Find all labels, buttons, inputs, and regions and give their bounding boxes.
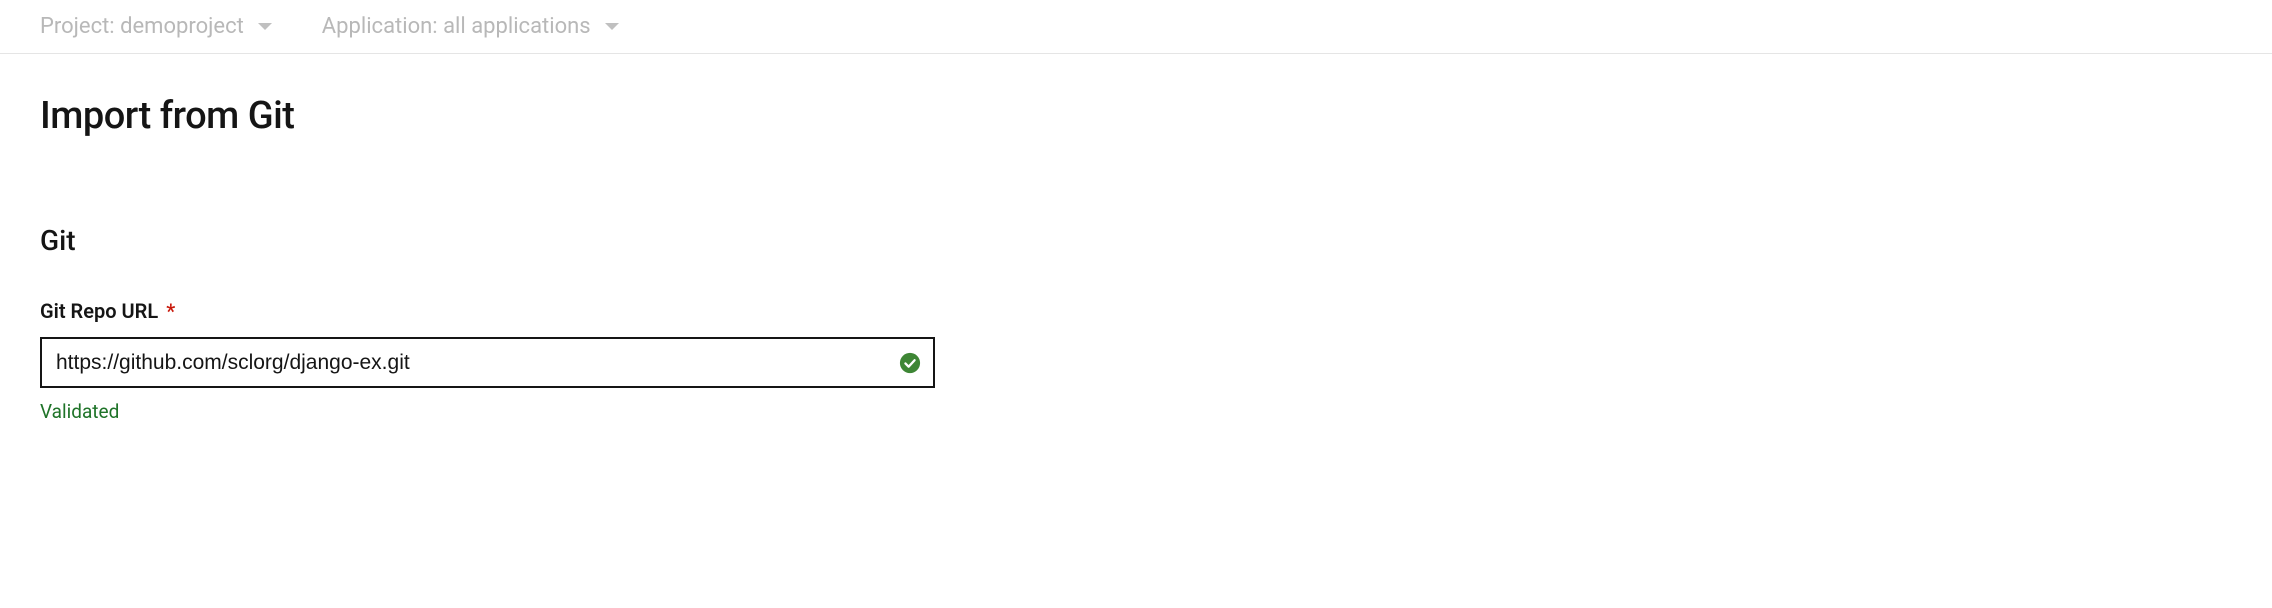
main-content: Import from Git Git Git Repo URL * Valid… [0,54,2272,423]
check-circle-icon [899,352,921,374]
project-selector-label: Project: demoproject [40,14,244,39]
application-selector[interactable]: Application: all applications [322,14,619,39]
project-selector[interactable]: Project: demoproject [40,14,272,39]
application-selector-label: Application: all applications [322,14,591,39]
chevron-down-icon [605,23,619,30]
validation-success-icon [899,352,921,374]
git-repo-url-input-wrapper [40,337,935,388]
page-title: Import from Git [40,94,2232,138]
git-repo-url-label: Git Repo URL * [40,299,2232,323]
validation-status-text: Validated [40,400,2232,423]
required-asterisk: * [166,299,175,323]
git-repo-url-input[interactable] [40,337,935,388]
topbar: Project: demoproject Application: all ap… [0,0,2272,54]
git-section-heading: Git [40,224,2232,257]
chevron-down-icon [258,23,272,30]
git-repo-url-label-text: Git Repo URL [40,299,158,323]
